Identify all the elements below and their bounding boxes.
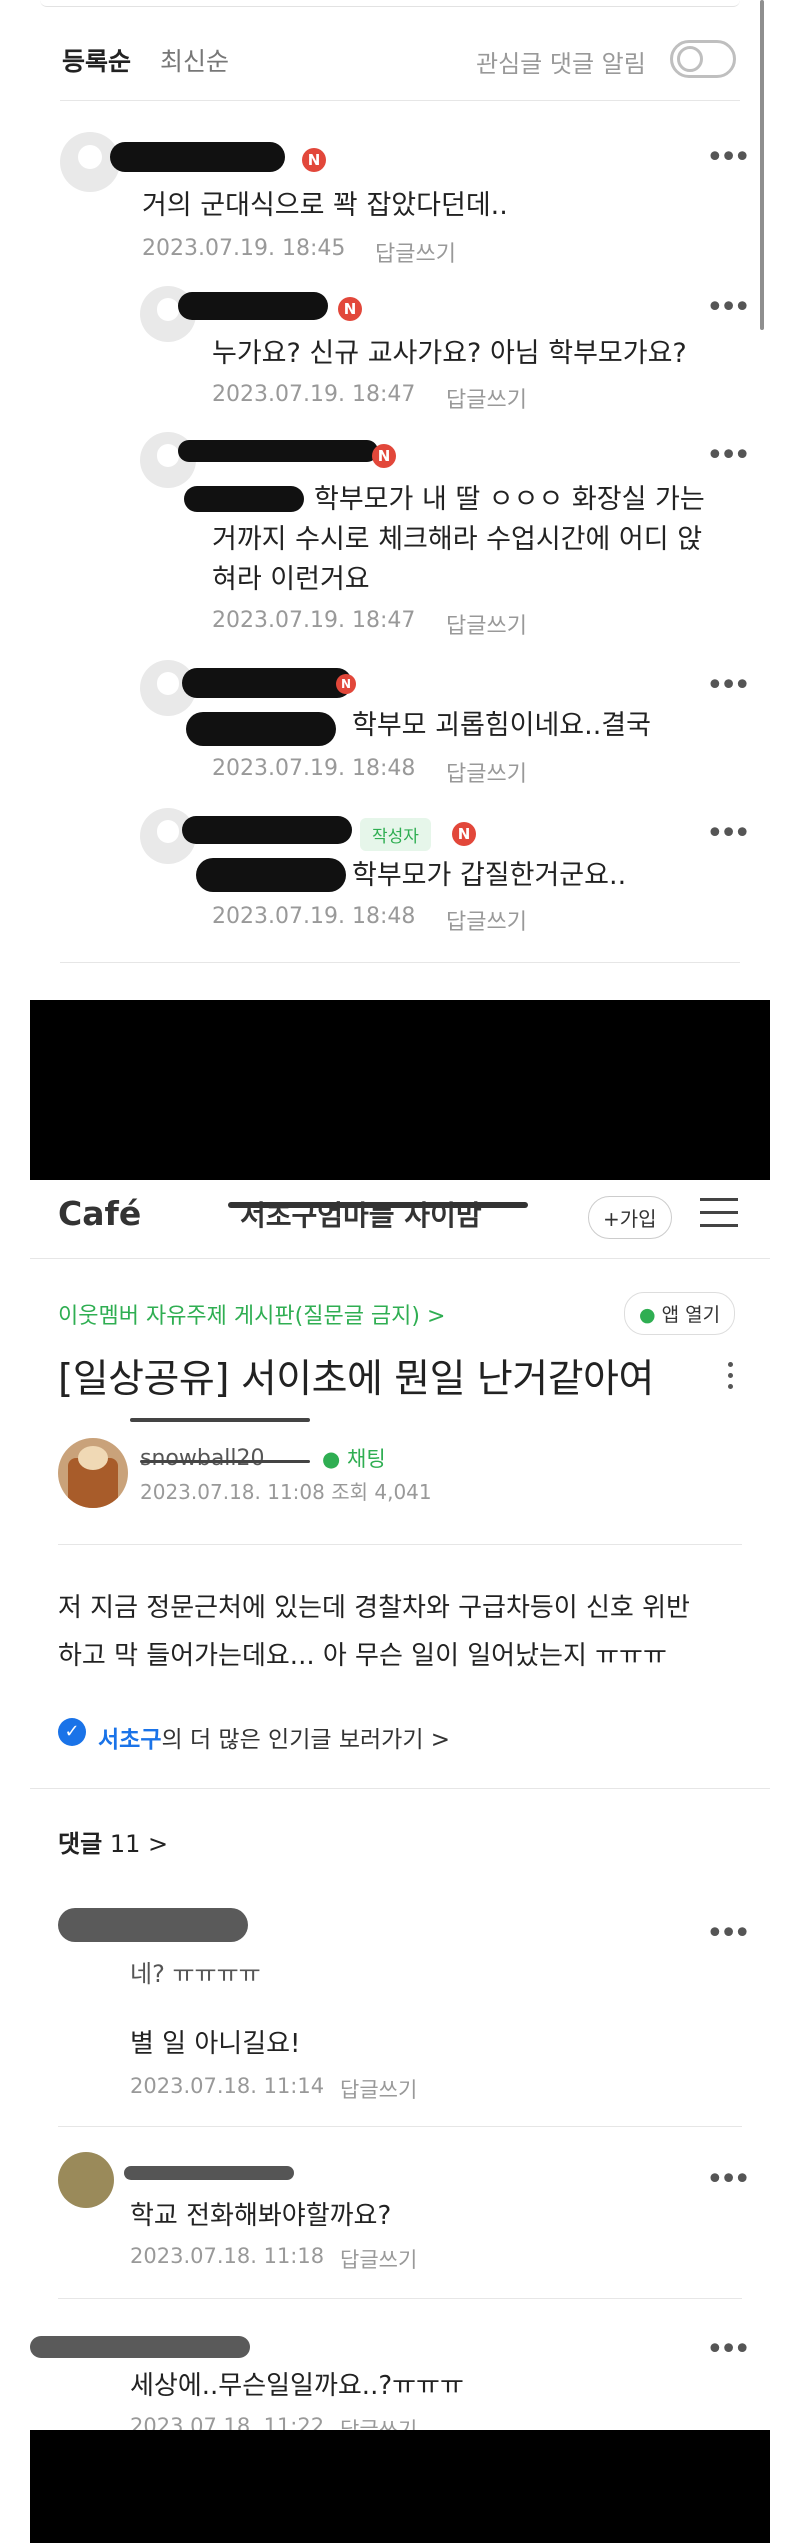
comments-header[interactable]: 댓글 11 >: [58, 1824, 168, 1859]
divider: [60, 100, 740, 101]
comments-count: 11 >: [109, 1830, 169, 1858]
chat-label: 채팅: [347, 1447, 386, 1471]
top-edge: [40, 0, 740, 7]
new-badge: N: [336, 674, 356, 694]
redaction: [178, 440, 378, 462]
reply-link[interactable]: 답글쓰기: [340, 2244, 417, 2274]
more-icon[interactable]: [728, 1362, 734, 1392]
app-icon: ●: [639, 1304, 656, 1326]
redaction: [182, 816, 352, 844]
reply-link[interactable]: 답글쓰기: [446, 756, 527, 788]
more-icon[interactable]: •••: [706, 143, 751, 173]
notify-label: 관심글 댓글 알림: [476, 50, 646, 78]
comment-text: 학교 전화해봐야할까요?: [130, 2201, 392, 2231]
new-badge: N: [372, 444, 396, 468]
divider: [30, 1788, 770, 1789]
more-icon[interactable]: •••: [706, 671, 751, 701]
divider: [60, 962, 740, 963]
reply-link[interactable]: 답글쓰기: [446, 608, 527, 640]
redaction: [124, 2166, 294, 2180]
more-icon[interactable]: •••: [706, 293, 751, 323]
redaction: [30, 2336, 250, 2358]
join-button[interactable]: +가입: [588, 1196, 672, 1239]
app-open-button[interactable]: ● 앱 열기: [624, 1292, 736, 1335]
comment-date: 2023.07.19. 18:47: [212, 382, 416, 407]
redaction: [140, 1460, 310, 1463]
comment-date: 2023.07.19. 18:48: [212, 904, 416, 929]
redaction: [182, 668, 352, 698]
redaction: [178, 292, 328, 320]
comment-date: 2023.07.18. 11:14: [130, 2074, 325, 2098]
board-link[interactable]: 이웃멤버 자유주제 게시판(질문글 금지) >: [58, 1298, 445, 1330]
redaction: [130, 1418, 310, 1422]
reply-link[interactable]: 답글쓰기: [340, 2074, 417, 2104]
more-icon[interactable]: •••: [706, 2335, 751, 2365]
new-badge: N: [338, 297, 362, 321]
redaction: [228, 1202, 528, 1208]
app-open-label: 앱 열기: [661, 1304, 721, 1326]
comment-text: 세상에..무슨일일까요..?ㅠㅠㅠ: [130, 2371, 464, 2401]
redaction: [196, 858, 346, 892]
comment-date: 2023.07.18. 11:18: [130, 2244, 325, 2268]
redaction: [58, 1908, 248, 1942]
commenter-avatar: [58, 2152, 114, 2208]
redaction: [186, 712, 336, 746]
divider: [58, 2298, 742, 2299]
comment-date: 2023.07.19. 18:48: [212, 756, 416, 781]
comment-date: 2023.07.19. 18:45: [142, 236, 346, 261]
comment-text: 별 일 아니길요!: [130, 2029, 301, 2059]
author-name[interactable]: snowball20: [140, 1446, 265, 1471]
post-title: [일상공유] 서이초에 뭔일 난거같아여: [58, 1357, 654, 1402]
popular-link[interactable]: 서초구의 더 많은 인기글 보러가기 >: [98, 1720, 450, 1754]
author-badge: 작성자: [360, 818, 431, 851]
sort-registered[interactable]: 등록순: [62, 42, 131, 78]
quoted-text: 네? ㅠㅠㅠㅠ: [130, 1960, 261, 1988]
new-badge: N: [452, 822, 476, 846]
sort-latest[interactable]: 최신순: [160, 42, 229, 78]
comment-date: 2023.07.19. 18:47: [212, 608, 416, 633]
popular-place: 서초구: [98, 1727, 162, 1753]
cafe-logo[interactable]: Café: [58, 1194, 141, 1233]
chat-icon: ●: [322, 1447, 341, 1471]
post-meta: 2023.07.18. 11:08 조회 4,041: [140, 1480, 432, 1504]
divider: [58, 1544, 742, 1545]
redaction: [110, 142, 285, 172]
post-body-line: 하고 막 들어가는데요... 아 무슨 일이 일어났는지 ㅠㅠㅠ: [58, 1641, 667, 1671]
author-avatar: [58, 1438, 128, 1508]
new-badge: N: [302, 148, 326, 172]
black-band: [30, 1000, 770, 1180]
reply-link[interactable]: 답글쓰기: [446, 904, 527, 936]
chat-button[interactable]: ● 채팅: [322, 1443, 386, 1473]
more-icon[interactable]: •••: [706, 441, 751, 471]
comment-text: 혀라 이런거요: [212, 564, 370, 595]
redaction: [184, 486, 304, 512]
popular-text: 의 더 많은 인기글 보러가기 >: [161, 1727, 451, 1753]
divider: [30, 1258, 770, 1259]
comment-text: 학부모가 갑질한거군요..: [352, 860, 627, 891]
comment-text: 학부모가 내 딸 ㅇㅇㅇ 화장실 가는: [314, 484, 705, 515]
post-body-line: 저 지금 정문근처에 있는데 경찰차와 구급차등이 신호 위반: [58, 1593, 690, 1623]
more-icon[interactable]: •••: [706, 819, 751, 849]
divider: [58, 2126, 742, 2127]
reply-link[interactable]: 답글쓰기: [375, 236, 456, 268]
cafe-name[interactable]: 서초구엄마들 사이맘: [240, 1194, 482, 1234]
comment-text: 학부모 괴롭힘이네요..결국: [352, 710, 651, 741]
check-icon: ✓: [58, 1718, 86, 1746]
scrollbar[interactable]: [760, 0, 764, 330]
notify-toggle[interactable]: [670, 40, 736, 78]
black-band: [30, 2430, 770, 2543]
comment-text: 거의 군대식으로 꽉 잡았다던데..: [142, 190, 508, 221]
comments-label: 댓글: [58, 1830, 103, 1858]
comment-text: 누가요? 신규 교사가요? 아님 학부모가요?: [212, 338, 687, 369]
more-icon[interactable]: •••: [706, 2165, 751, 2195]
reply-link[interactable]: 답글쓰기: [446, 382, 527, 414]
comment-text: 거까지 수시로 체크해라 수업시간에 어디 앉: [212, 524, 703, 555]
menu-icon[interactable]: [700, 1198, 738, 1228]
more-icon[interactable]: •••: [706, 1919, 751, 1949]
toggle-knob: [677, 46, 703, 72]
